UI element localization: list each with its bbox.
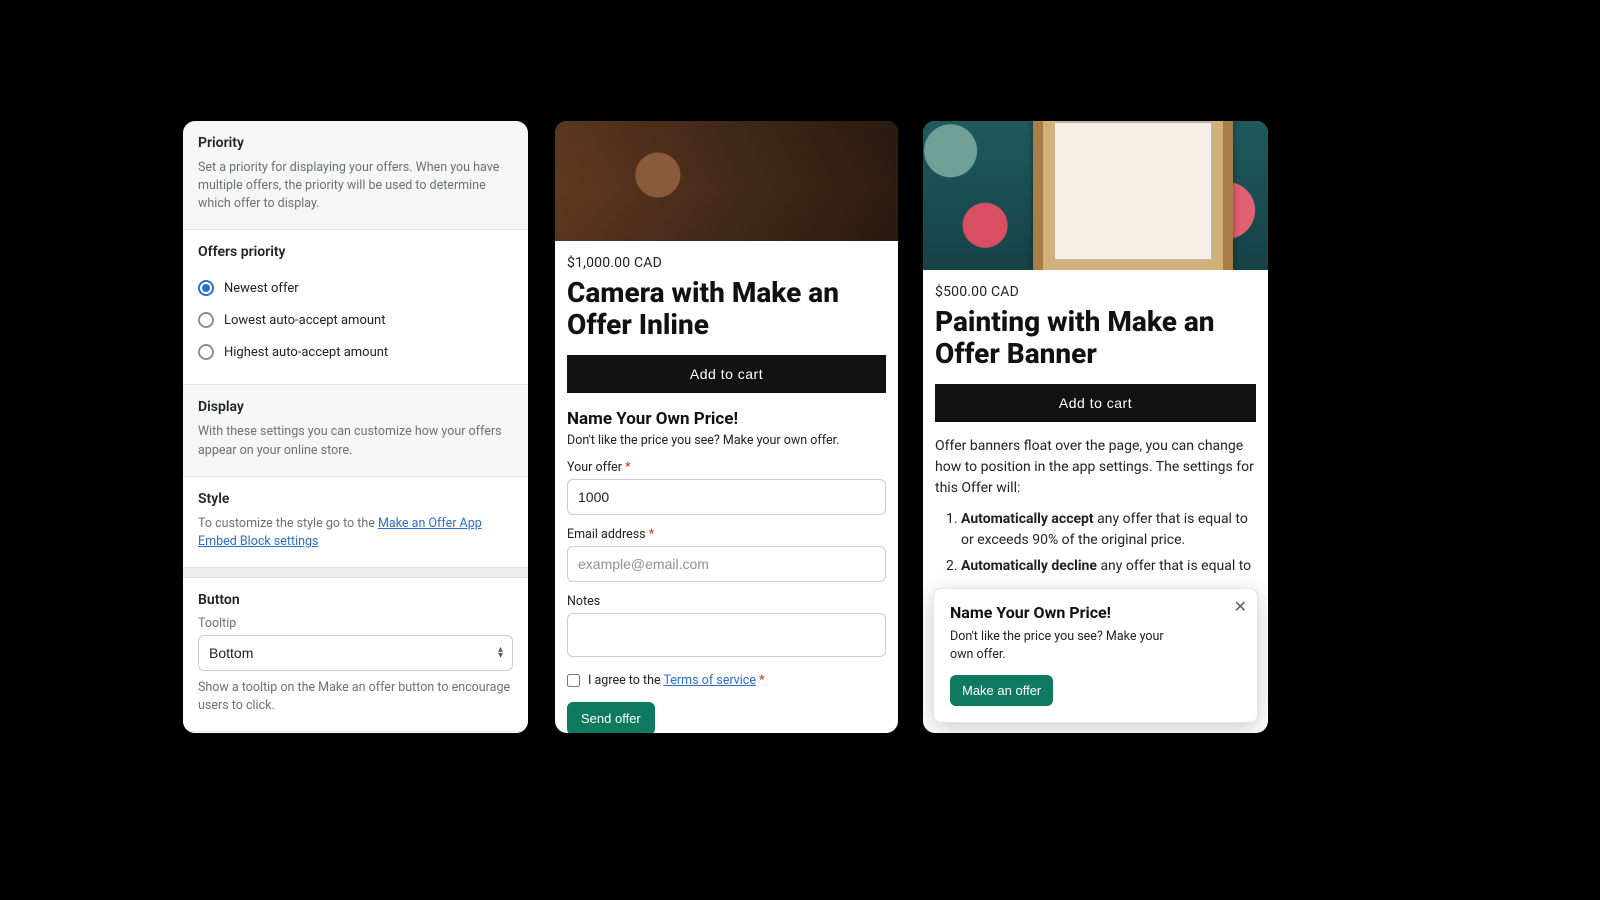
offers-priority-section: Offers priority Newest offer Lowest auto… (183, 230, 528, 385)
add-to-cart-button[interactable]: Add to cart (935, 384, 1256, 422)
name-your-price-sub: Don't like the price you see? Make your … (567, 433, 886, 448)
radio-icon (198, 344, 214, 360)
style-section: Style To customize the style go to the M… (183, 477, 528, 568)
notes-label: Notes (567, 594, 886, 609)
your-offer-input[interactable] (567, 479, 886, 515)
terms-checkbox[interactable] (567, 674, 580, 687)
your-offer-label: Your offer * (567, 460, 886, 475)
email-input[interactable] (567, 546, 886, 582)
product-price: $1,000.00 CAD (567, 255, 886, 271)
required-icon: * (625, 460, 630, 475)
add-to-cart-button[interactable]: Add to cart (567, 355, 886, 393)
make-an-offer-button[interactable]: Make an offer (950, 675, 1053, 706)
radio-icon (198, 312, 214, 328)
rules-list: Automatically accept any offer that is e… (935, 509, 1256, 576)
radio-lowest-auto-accept[interactable]: Lowest auto-accept amount (198, 304, 513, 336)
product-image-camera (555, 121, 898, 241)
required-icon: * (649, 527, 654, 542)
radio-label: Highest auto-accept amount (224, 345, 388, 360)
close-icon[interactable]: ✕ (1234, 597, 1247, 617)
style-title: Style (198, 491, 513, 507)
button-section-title: Button (198, 592, 513, 608)
product-title: Camera with Make an Offer Inline (567, 277, 886, 341)
tooltip-select-wrap: Bottom ▴▾ (198, 635, 513, 671)
notes-input[interactable] (567, 613, 886, 657)
offers-priority-title: Offers priority (198, 244, 513, 260)
name-your-price-title: Name Your Own Price! (567, 409, 886, 429)
style-desc: To customize the style go to the Make an… (198, 515, 513, 551)
product-image-painting (923, 121, 1268, 270)
radio-newest-offer[interactable]: Newest offer (198, 272, 513, 304)
painting-canvas (1053, 121, 1213, 261)
tooltip-label: Tooltip (198, 616, 513, 631)
text-section: Text (183, 732, 528, 733)
offers-priority-radio-group: Newest offer Lowest auto-accept amount H… (198, 268, 513, 368)
settings-panel: Priority Set a priority for displaying y… (183, 121, 528, 733)
radio-label: Newest offer (224, 281, 299, 296)
tooltip-help: Show a tooltip on the Make an offer butt… (198, 679, 513, 715)
popover-title: Name Your Own Price! (950, 603, 1241, 622)
style-prefix: To customize the style go to the (198, 516, 378, 531)
product-title: Painting with Make an Offer Banner (935, 306, 1256, 370)
product-body: $1,000.00 CAD Camera with Make an Offer … (555, 241, 898, 733)
popover-sub: Don't like the price you see? Make your … (950, 628, 1180, 663)
tooltip-select[interactable]: Bottom (198, 635, 513, 671)
required-icon: * (759, 673, 764, 688)
radio-label: Lowest auto-accept amount (224, 313, 385, 328)
section-divider (183, 568, 528, 578)
terms-text: I agree to the Terms of service * (588, 673, 764, 688)
product-inline-panel: $1,000.00 CAD Camera with Make an Offer … (555, 121, 898, 733)
painting-frame (1033, 121, 1233, 270)
radio-highest-auto-accept[interactable]: Highest auto-accept amount (198, 336, 513, 368)
priority-desc: Set a priority for displaying your offer… (198, 159, 513, 213)
rule-bold: Automatically decline (961, 558, 1097, 574)
rule-item: Automatically accept any offer that is e… (961, 509, 1256, 550)
display-section: Display With these settings you can cust… (183, 385, 528, 476)
banner-note: Offer banners float over the page, you c… (935, 436, 1256, 499)
display-desc: With these settings you can customize ho… (198, 423, 513, 459)
offer-popover: ✕ Name Your Own Price! Don't like the pr… (933, 588, 1258, 723)
product-body: $500.00 CAD Painting with Make an Offer … (923, 270, 1268, 576)
rule-item: Automatically decline any offer that is … (961, 556, 1256, 576)
send-offer-button[interactable]: Send offer (567, 702, 655, 733)
display-title: Display (198, 399, 513, 415)
priority-title: Priority (198, 135, 513, 151)
email-label: Email address * (567, 527, 886, 542)
radio-icon (198, 280, 214, 296)
rule-bold: Automatically accept (961, 511, 1094, 527)
terms-link[interactable]: Terms of service (663, 673, 756, 688)
product-price: $500.00 CAD (935, 284, 1256, 300)
priority-section: Priority Set a priority for displaying y… (183, 121, 528, 230)
button-section: Button Tooltip Bottom ▴▾ Show a tooltip … (183, 578, 528, 732)
product-banner-panel: $500.00 CAD Painting with Make an Offer … (923, 121, 1268, 733)
terms-checkbox-row[interactable]: I agree to the Terms of service * (567, 673, 886, 688)
rule-rest: any offer that is equal to (1097, 558, 1251, 574)
